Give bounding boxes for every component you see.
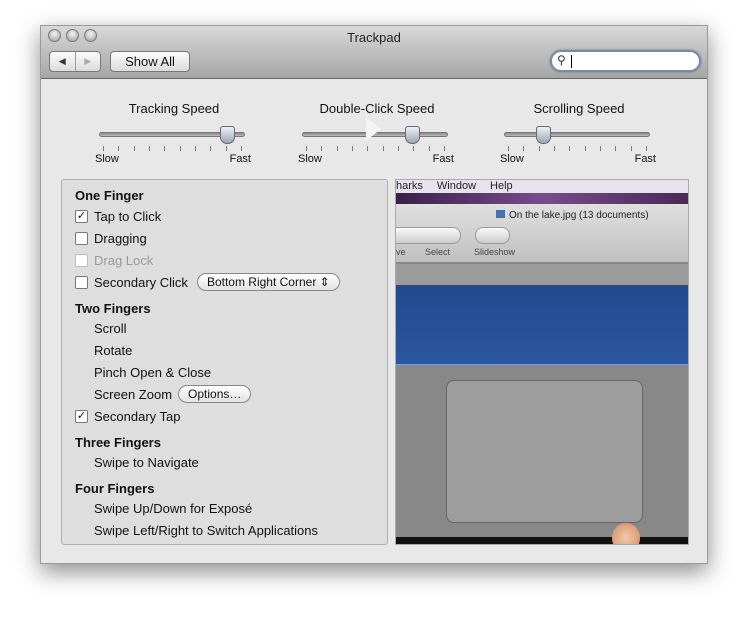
tap-to-click-checkbox[interactable]: ✓ Tap to Click (75, 207, 161, 225)
window-title: Trackpad (347, 30, 401, 45)
trackpad-window: Trackpad ◀ ▶ Show All ⚲ Tracking Speed Sl… (40, 25, 708, 564)
double-click-speed-slider[interactable]: Double-Click Speed Slow Fast (298, 101, 454, 165)
nav-buttons: ◀ ▶ (49, 51, 101, 72)
selection-arrow (366, 117, 381, 141)
search-input[interactable]: ⚲ (550, 50, 701, 72)
slider-label: Scrolling Speed (533, 101, 625, 116)
slider-label: Double-Click Speed (319, 101, 435, 116)
checkbox-checked: ✓ (75, 209, 88, 223)
pinch-item[interactable]: Pinch Open & Close (94, 363, 211, 381)
fast-label: Fast (229, 153, 251, 165)
swipe-navigate-item[interactable]: Swipe to Navigate (94, 453, 199, 471)
gesture-demo-video: harks Window Help On the lake.jpg (13 docu… (395, 179, 689, 545)
slow-label: Slow (500, 153, 524, 165)
rotate-item[interactable]: Rotate (94, 341, 132, 359)
dragging-checkbox[interactable]: Dragging (75, 229, 147, 247)
screen-zoom-item[interactable]: Screen Zoom Options… (94, 385, 252, 403)
forward-button[interactable]: ▶ (74, 52, 101, 71)
trackpad-image (446, 380, 643, 523)
scrolling-speed-slider[interactable]: Scrolling Speed Slow Fast (500, 101, 656, 165)
four-fingers-heading: Four Fingers (75, 480, 155, 496)
one-finger-heading: One Finger (75, 187, 144, 203)
document-icon (496, 210, 505, 218)
switch-apps-item[interactable]: Swipe Left/Right to Switch Applications (94, 521, 318, 539)
secondary-click-popup[interactable]: Bottom Right Corner ⇕ (196, 273, 340, 291)
slider-label: Tracking Speed (128, 101, 220, 116)
magnifier-icon: ⚲ (557, 53, 566, 67)
three-fingers-heading: Three Fingers (75, 434, 161, 450)
expose-item[interactable]: Swipe Up/Down for Exposé (94, 499, 252, 517)
drag-lock-checkbox: Drag Lock (75, 251, 153, 269)
slider-thumb[interactable] (535, 126, 551, 144)
slider-thumb[interactable] (405, 126, 421, 144)
two-fingers-heading: Two Fingers (75, 300, 151, 316)
slow-label: Slow (95, 153, 119, 165)
demo-menubar: harks Window Help (396, 180, 688, 193)
back-button[interactable]: ◀ (50, 52, 75, 71)
toolbar: Trackpad ◀ ▶ Show All ⚲ (41, 26, 707, 79)
fast-label: Fast (634, 153, 656, 165)
slow-label: Slow (298, 153, 322, 165)
gestures-panel: One Finger ✓ Tap to Click Dragging Drag L… (61, 179, 388, 545)
show-all-button[interactable]: Show All (110, 51, 190, 72)
fast-label: Fast (432, 153, 454, 165)
finger-image (612, 523, 640, 544)
secondary-click-checkbox[interactable]: Secondary Click Bottom Right Corner ⇕ (75, 273, 340, 291)
scroll-item[interactable]: Scroll (94, 319, 127, 337)
slider-thumb[interactable] (220, 126, 236, 144)
secondary-tap-checkbox[interactable]: ✓ Secondary Tap (75, 407, 181, 425)
tracking-speed-slider[interactable]: Tracking Speed Slow Fast (95, 101, 251, 165)
document-title: On the lake.jpg (13 documents) (509, 210, 649, 221)
options-button[interactable]: Options… (178, 385, 252, 403)
